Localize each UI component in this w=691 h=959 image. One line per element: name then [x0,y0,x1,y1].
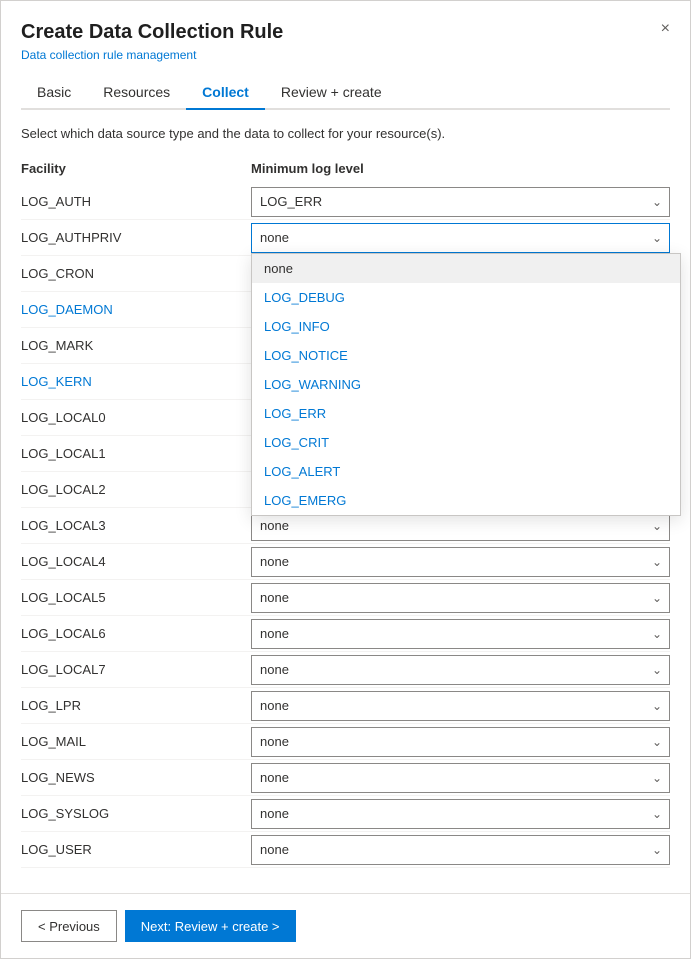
col-loglevel-header: Minimum log level [251,161,670,176]
facility-label: LOG_NEWS [21,764,251,791]
dropdown-option-log-info[interactable]: LOG_INFO [252,312,680,341]
dropdown-option-log-debug[interactable]: LOG_DEBUG [252,283,680,312]
facility-label: LOG_LOCAL0 [21,404,251,431]
table-row: LOG_AUTHPRIV none ⌄ none LOG_DEBUG LOG_I… [21,220,670,256]
log-authpriv-dropdown-container: none ⌄ none LOG_DEBUG LOG_INFO LOG_NOTIC… [251,223,670,253]
log-user-select[interactable]: none [251,835,670,865]
log-authpriv-dropdown-list: none LOG_DEBUG LOG_INFO LOG_NOTICE LOG_W… [251,253,681,516]
table-row: LOG_LOCAL4 none ⌄ [21,544,670,580]
tab-bar: Basic Resources Collect Review + create [21,76,670,110]
log-news-select[interactable]: none [251,763,670,793]
log-auth-select-wrapper: LOG_ERR ⌄ [251,187,670,217]
facility-label: LOG_LOCAL1 [21,440,251,467]
log-authpriv-dropdown-trigger[interactable]: none ⌄ [251,223,670,253]
dropdown-option-none[interactable]: none [252,254,680,283]
table-header: Facility Minimum log level [21,157,670,180]
description-text: Select which data source type and the da… [21,126,670,141]
facility-label: LOG_AUTH [21,188,251,215]
log-local4-select[interactable]: none [251,547,670,577]
facility-label: LOG_LOCAL6 [21,620,251,647]
facility-label: LOG_SYSLOG [21,800,251,827]
close-button[interactable]: × [661,21,670,37]
dialog-title-text: Create Data Collection Rule [21,21,283,44]
facility-label: LOG_DAEMON [21,296,251,323]
facility-label: LOG_LOCAL7 [21,656,251,683]
facility-label: LOG_LOCAL2 [21,476,251,503]
facility-label: LOG_LPR [21,692,251,719]
table-row: LOG_NEWS none ⌄ [21,760,670,796]
dialog-body: Select which data source type and the da… [1,110,690,893]
table-row: LOG_LOCAL7 none ⌄ [21,652,670,688]
facility-label: LOG_MAIL [21,728,251,755]
tab-review[interactable]: Review + create [265,76,398,110]
table-row: LOG_LOCAL6 none ⌄ [21,616,670,652]
log-user-select-wrapper: none ⌄ [251,835,670,865]
previous-button[interactable]: < Previous [21,910,117,942]
table-row: LOG_LOCAL5 none ⌄ [21,580,670,616]
log-lpr-select-wrapper: none ⌄ [251,691,670,721]
dialog-title-row: Create Data Collection Rule × [21,21,670,44]
log-local6-select-wrapper: none ⌄ [251,619,670,649]
log-local4-select-wrapper: none ⌄ [251,547,670,577]
table-row: LOG_AUTH LOG_ERR ⌄ [21,184,670,220]
facility-label: LOG_CRON [21,260,251,287]
log-auth-select[interactable]: LOG_ERR [251,187,670,217]
facility-label: LOG_LOCAL3 [21,512,251,539]
log-local7-select-wrapper: none ⌄ [251,655,670,685]
log-lpr-select[interactable]: none [251,691,670,721]
log-mail-select[interactable]: none [251,727,670,757]
log-local5-select[interactable]: none [251,583,670,613]
dropdown-value: none [260,230,289,245]
facility-label: LOG_LOCAL4 [21,548,251,575]
table-row: LOG_SYSLOG none ⌄ [21,796,670,832]
next-button[interactable]: Next: Review + create > [125,910,296,942]
chevron-down-icon: ⌄ [652,231,662,245]
table-row: LOG_USER none ⌄ [21,832,670,868]
col-facility-header: Facility [21,161,251,176]
table-row: LOG_MAIL none ⌄ [21,724,670,760]
facility-label: LOG_KERN [21,368,251,395]
log-news-select-wrapper: none ⌄ [251,763,670,793]
facility-label: LOG_LOCAL5 [21,584,251,611]
dropdown-option-log-warning[interactable]: LOG_WARNING [252,370,680,399]
tab-collect[interactable]: Collect [186,76,265,110]
dialog-header: Create Data Collection Rule × Data colle… [1,1,690,110]
dialog-subtitle: Data collection rule management [21,48,670,62]
table-row: LOG_LPR none ⌄ [21,688,670,724]
create-data-collection-dialog: Create Data Collection Rule × Data colle… [0,0,691,959]
log-local5-select-wrapper: none ⌄ [251,583,670,613]
tab-basic[interactable]: Basic [21,76,87,110]
dropdown-option-log-emerg[interactable]: LOG_EMERG [252,486,680,515]
dialog-footer: < Previous Next: Review + create > [1,893,690,958]
facility-label: LOG_AUTHPRIV [21,224,251,251]
log-mail-select-wrapper: none ⌄ [251,727,670,757]
dropdown-option-log-crit[interactable]: LOG_CRIT [252,428,680,457]
dropdown-option-log-err[interactable]: LOG_ERR [252,399,680,428]
facility-label: LOG_MARK [21,332,251,359]
tab-resources[interactable]: Resources [87,76,186,110]
dropdown-option-log-notice[interactable]: LOG_NOTICE [252,341,680,370]
facility-label: LOG_USER [21,836,251,863]
log-syslog-select-wrapper: none ⌄ [251,799,670,829]
log-local6-select[interactable]: none [251,619,670,649]
log-local7-select[interactable]: none [251,655,670,685]
log-syslog-select[interactable]: none [251,799,670,829]
dropdown-option-log-alert[interactable]: LOG_ALERT [252,457,680,486]
